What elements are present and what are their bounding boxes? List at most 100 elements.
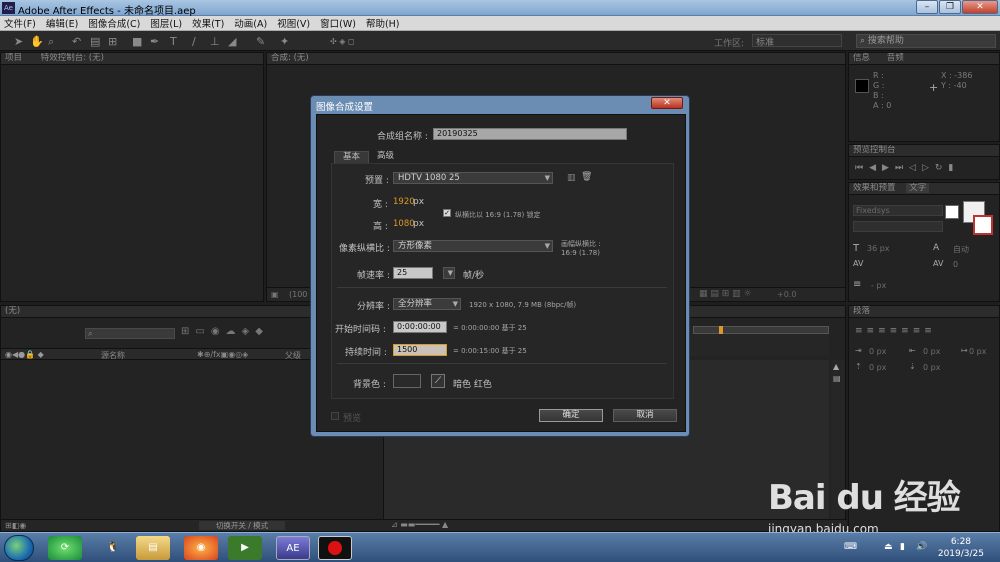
width-value[interactable]: 1920: [393, 197, 415, 207]
footer-switches-icon[interactable]: ⊞◧◉: [5, 521, 26, 530]
preview-checkbox[interactable]: [331, 412, 339, 420]
tracking-value[interactable]: 0: [953, 260, 958, 269]
menu-file[interactable]: 文件(F): [4, 16, 36, 30]
firefox-icon[interactable]: ◉: [184, 536, 218, 560]
tray-keyboard-icon[interactable]: ⌨: [844, 542, 857, 552]
stroke-color-swatch[interactable]: [973, 215, 993, 235]
background-color-swatch[interactable]: [393, 374, 421, 388]
parent-header[interactable]: 父级: [285, 350, 301, 361]
tab-info[interactable]: 信息: [853, 53, 870, 63]
after-effects-taskbar-button[interactable]: AE: [276, 536, 310, 560]
rotate-tool-icon[interactable]: ↶: [72, 35, 81, 48]
menu-help[interactable]: 帮助(H): [366, 16, 400, 30]
tab-paragraph[interactable]: 段落: [853, 306, 870, 316]
minimize-button[interactable]: –: [916, 0, 938, 14]
tab-effect-controls[interactable]: 特效控制台: (无): [41, 53, 104, 63]
cancel-button[interactable]: 取消: [613, 409, 677, 422]
duration-input[interactable]: 1500: [393, 344, 447, 356]
puppet-tool-icon[interactable]: ✦: [280, 35, 289, 48]
axis-mode-icon[interactable]: ✣ ◈ ◻: [330, 37, 355, 46]
work-area-bar[interactable]: [693, 326, 829, 334]
source-name-header[interactable]: 源名称: [101, 350, 125, 361]
timeline-switches-icon[interactable]: ⊞▭◉☁◈◆: [181, 326, 269, 337]
player-icon[interactable]: ▶: [228, 536, 262, 560]
switch-columns-icon[interactable]: ✱⊕∕fx▣◉◎◈: [197, 350, 248, 359]
view-options-icon[interactable]: ▦ ▤ ⊞ ▥ ☼: [699, 289, 752, 299]
selection-tool-icon[interactable]: ➤: [14, 35, 23, 48]
roto-brush-tool-icon[interactable]: ✎: [256, 35, 265, 48]
text-tool-icon[interactable]: T: [170, 35, 177, 48]
stroke-width-value[interactable]: - px: [871, 281, 886, 290]
tab-text[interactable]: 文字: [906, 183, 930, 193]
eraser-tool-icon[interactable]: ◢: [228, 35, 236, 48]
recorder-icon[interactable]: [318, 536, 352, 560]
toggle-switches-modes-button[interactable]: 切换开关 / 模式: [199, 521, 285, 530]
menu-edit[interactable]: 编辑(E): [46, 16, 78, 30]
tab-preview[interactable]: 预览控制台: [853, 145, 896, 155]
timeline-search-input[interactable]: ⌕: [85, 328, 175, 339]
tab-composition[interactable]: 合成: (无): [271, 53, 309, 63]
menu-composition[interactable]: 图像合成(C): [88, 16, 140, 30]
space-before-value[interactable]: 0 px: [869, 363, 886, 372]
resolution-select[interactable]: 全分辨率 ▼: [393, 298, 461, 310]
menu-layer[interactable]: 图层(L): [150, 16, 182, 30]
taskbar-clock[interactable]: 6:28 2019/3/25: [938, 536, 984, 560]
browser-360-icon[interactable]: ⟳: [48, 536, 82, 560]
file-explorer-icon[interactable]: ▤: [136, 536, 170, 560]
hand-tool-icon[interactable]: ✋: [30, 35, 44, 48]
delete-preset-icon[interactable]: 🗑: [581, 172, 592, 182]
eyedropper-icon[interactable]: [945, 205, 959, 219]
zoom-tool-icon[interactable]: ⌕: [48, 35, 54, 49]
tab-basic[interactable]: 基本: [334, 151, 370, 163]
tab-effects-presets[interactable]: 效果和预置: [853, 183, 896, 193]
indent-right-value[interactable]: 0 px: [923, 347, 940, 356]
brush-tool-icon[interactable]: ∕: [192, 35, 196, 48]
framerate-dropdown[interactable]: ▼: [443, 267, 455, 279]
menu-animation[interactable]: 动画(A): [234, 16, 267, 30]
space-after-value[interactable]: 0 px: [923, 363, 940, 372]
font-style-select[interactable]: [853, 221, 943, 232]
close-button[interactable]: ✕: [962, 0, 998, 14]
clone-tool-icon[interactable]: ⊥: [210, 35, 220, 48]
menu-window[interactable]: 窗口(W): [320, 16, 356, 30]
pixel-aspect-select[interactable]: 方形像素 ▼: [393, 240, 553, 252]
scroll-up-icon[interactable]: ▲: [833, 362, 839, 371]
tab-audio[interactable]: 音频: [887, 53, 904, 63]
av-switches-icon[interactable]: ◉◀●🔒 ◆: [5, 350, 44, 359]
menu-view[interactable]: 视图(V): [277, 16, 310, 30]
height-value[interactable]: 1080: [393, 219, 415, 229]
font-family-select[interactable]: Fixedsys: [853, 205, 943, 216]
tab-project[interactable]: 项目: [5, 53, 22, 63]
font-size-value[interactable]: 36 px: [867, 244, 890, 253]
align-buttons-icon[interactable]: ≡≡≡≡≡≡≡: [855, 326, 936, 336]
leading-value[interactable]: 自动: [953, 244, 969, 255]
exposure-value[interactable]: +0.0: [777, 290, 796, 299]
pan-behind-tool-icon[interactable]: ⊞: [108, 35, 117, 48]
tray-network-icon[interactable]: ▮: [900, 542, 905, 552]
mask-tool-icon[interactable]: ■: [132, 35, 142, 48]
save-preset-icon[interactable]: ▥: [567, 173, 576, 183]
zoom-value[interactable]: (100: [289, 290, 307, 299]
comp-name-input[interactable]: 20190325: [433, 128, 627, 140]
tray-usb-icon[interactable]: ⏏: [884, 542, 893, 552]
pen-tool-icon[interactable]: ✒: [150, 35, 159, 48]
menu-effect[interactable]: 效果(T): [192, 16, 224, 30]
zoom-slider-icon[interactable]: ⊿ ▬▬━━━━━ ▲: [391, 520, 448, 529]
camera-tool-icon[interactable]: ▤: [90, 35, 100, 48]
preset-select[interactable]: HDTV 1080 25 ▼: [393, 172, 553, 184]
lock-aspect-checkbox[interactable]: ✓: [443, 209, 451, 217]
magnification-icon[interactable]: ▣: [271, 290, 279, 299]
workspace-select[interactable]: 标准: [752, 34, 842, 48]
maximize-button[interactable]: ❐: [939, 0, 961, 14]
search-help-input[interactable]: ⌕ 搜索帮助: [856, 34, 996, 48]
tab-timeline[interactable]: (无): [5, 306, 20, 316]
start-button[interactable]: [4, 535, 34, 561]
indent-left-value[interactable]: 0 px: [869, 347, 886, 356]
tab-advanced[interactable]: 高级: [369, 151, 402, 163]
qq-icon[interactable]: 🐧: [96, 536, 130, 560]
scroll-marker-icon[interactable]: ▤: [833, 374, 841, 383]
start-timecode-input[interactable]: 0:00:00:00: [393, 321, 447, 333]
eyedropper-icon[interactable]: ⟋: [431, 374, 445, 388]
tray-volume-icon[interactable]: 🔊: [916, 542, 927, 552]
indent-first-value[interactable]: 0 px: [969, 347, 986, 356]
